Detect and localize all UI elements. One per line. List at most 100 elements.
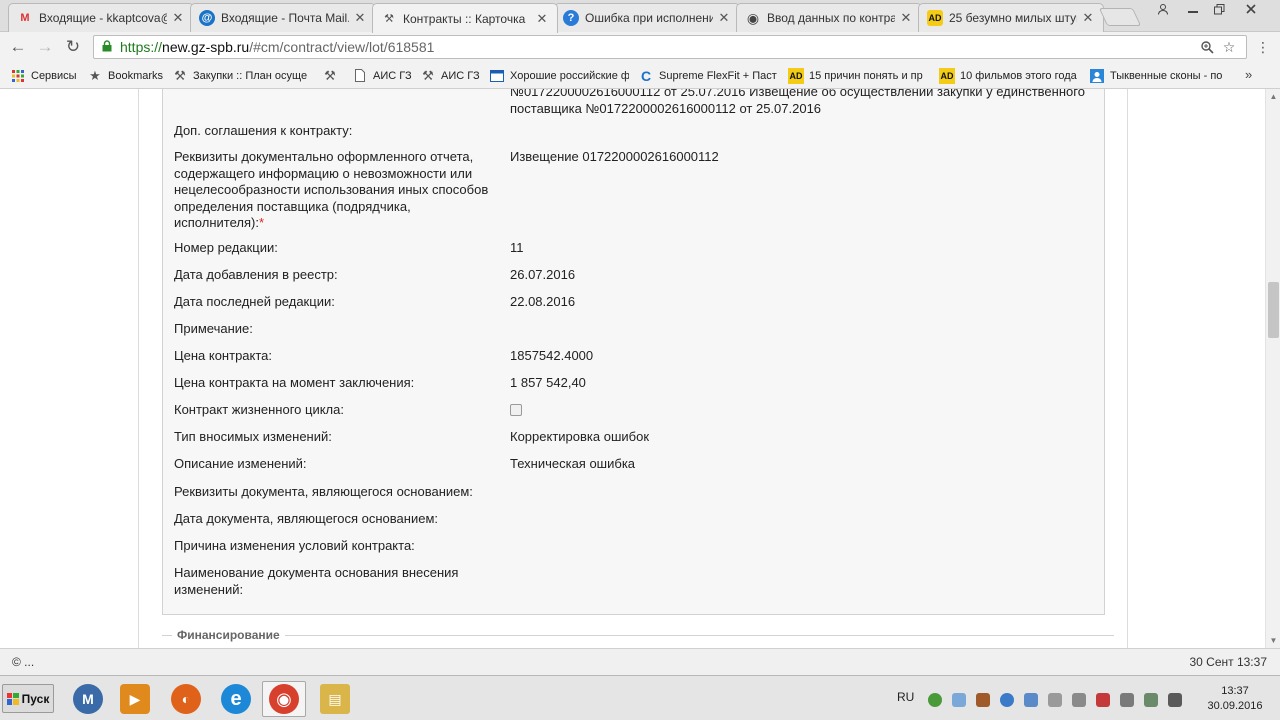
taskbar-chrome[interactable]: ◉ — [262, 681, 306, 717]
start-button[interactable]: Пуск — [2, 684, 54, 713]
bookmark-15-reasons[interactable]: AD 15 причин понять и пр — [788, 67, 928, 84]
taskbar-manager-app[interactable]: M — [66, 681, 110, 717]
value-date-added: 26.07.2016 — [510, 267, 576, 282]
tray-network-icon[interactable] — [952, 693, 966, 707]
bookmark-label: Хорошие российские ф — [510, 69, 629, 82]
close-window-button[interactable] — [1234, 0, 1268, 18]
tab-title: Входящие - Почта Mail. — [221, 11, 349, 25]
close-icon[interactable]: ✕ — [1081, 10, 1095, 26]
bookmark-russian-films[interactable]: Хорошие российские ф — [489, 67, 629, 84]
close-icon[interactable]: ✕ — [171, 10, 185, 26]
tab-data-entry[interactable]: ◉ Ввод данных по контра ✕ — [736, 3, 922, 32]
tab-mailru[interactable]: @ Входящие - Почта Mail. ✕ — [190, 3, 376, 32]
ie-icon: e — [221, 684, 251, 714]
label-date-added: Дата добавления в реестр: — [174, 267, 338, 282]
bookmark-ais-gz-1[interactable]: АИС ГЗ — [352, 67, 414, 84]
minimize-button[interactable] — [1180, 0, 1206, 18]
bookmark-label: 15 причин понять и пр — [809, 69, 923, 82]
tray-usb-icon[interactable] — [1048, 693, 1062, 707]
scroll-down-icon[interactable]: ▼ — [1269, 636, 1278, 645]
bookmark-procurement-plan[interactable]: ⚒ Закупки :: План осуще — [172, 67, 312, 84]
taskbar-explorer[interactable]: ▤ — [313, 681, 357, 717]
bookmark-10-films[interactable]: AD 10 фильмов этого года — [939, 67, 1079, 84]
label-price-at-conclusion: Цена контракта на момент заключения: — [174, 375, 415, 390]
hammer-icon: ⚒ — [422, 67, 434, 83]
label-basis-document-name: Наименование документа основания внесени… — [174, 565, 459, 597]
user-icon[interactable] — [1150, 0, 1176, 18]
bookmarks-bar: Сервисы ★ Bookmarks ⚒ Закупки :: План ос… — [0, 62, 1280, 89]
star-icon: ★ — [89, 67, 101, 83]
tray-monitor-icon[interactable] — [1024, 693, 1038, 707]
tab-title: Контракты :: Карточка — [403, 11, 526, 26]
tab-gmail[interactable]: M Входящие - kkaptcova@ ✕ — [8, 3, 194, 32]
tray-antivirus-icon[interactable] — [928, 693, 942, 707]
bookmarks-overflow-icon[interactable]: » — [1245, 67, 1252, 82]
tray-clock[interactable]: 13:37 30.09.2016 — [1200, 684, 1270, 714]
label-edition-number: Номер редакции: — [174, 240, 278, 255]
value-change-description: Техническая ошибка — [510, 456, 636, 471]
page-icon — [352, 68, 368, 84]
tray-sync-icon[interactable] — [1000, 693, 1014, 707]
label-report-details: Реквизиты документально оформленного отч… — [174, 149, 494, 232]
zoom-icon[interactable] — [1198, 38, 1216, 56]
tab-strip: M Входящие - kkaptcova@ ✕ @ Входящие - П… — [0, 0, 1280, 33]
close-icon[interactable]: ✕ — [717, 10, 731, 26]
value-contract-price: 1857542.4000 — [510, 348, 594, 363]
bookmark-label: АИС ГЗ — [441, 69, 480, 82]
forward-arrow-icon[interactable]: → — [34, 36, 56, 58]
bookmark-pumpkin-scones[interactable]: Тыквенные сконы - по — [1089, 67, 1229, 84]
avatar-icon — [1089, 68, 1105, 84]
tab-contracts[interactable]: ⚒ Контракты :: Карточка ✕ — [372, 3, 558, 33]
reload-icon[interactable]: ↻ — [62, 36, 84, 58]
page-scrollbar[interactable]: ▲ ▼ — [1265, 89, 1280, 648]
close-icon[interactable]: ✕ — [535, 11, 549, 27]
scroll-thumb[interactable] — [1268, 282, 1279, 338]
manager-app-icon: M — [73, 684, 103, 714]
help-icon: ? — [563, 10, 579, 26]
label-note: Примечание: — [174, 321, 253, 336]
tab-error[interactable]: ? Ошибка при исполнени ✕ — [554, 3, 740, 32]
chrome-icon: ◉ — [269, 684, 299, 714]
bookmark-hammer[interactable]: ⚒ — [322, 67, 342, 84]
close-icon[interactable]: ✕ — [899, 10, 913, 26]
tray-volume-icon[interactable] — [1120, 693, 1134, 707]
tray-power-icon[interactable] — [1144, 693, 1158, 707]
bookmark-star-icon[interactable]: ☆ — [1220, 38, 1238, 56]
label-change-description: Описание изменений: — [174, 456, 307, 471]
page-viewport: №0172200002616000112 от 25.07.2016 Извещ… — [0, 89, 1265, 648]
hammer-icon: ⚒ — [384, 13, 394, 25]
value-notice-overflow: №0172200002616000112 от 25.07.2016 Извещ… — [510, 89, 1085, 116]
new-tab-button[interactable] — [1098, 8, 1142, 26]
language-indicator[interactable]: RU — [897, 690, 914, 704]
required-mark: * — [258, 215, 265, 230]
value-report-details: Извещение 0172200002616000112 — [510, 149, 719, 164]
lock-icon — [102, 39, 120, 55]
tray-keyboard-icon[interactable] — [1168, 693, 1182, 707]
bookmark-label: Тыквенные сконы - по — [1110, 69, 1223, 82]
tray-device-icon[interactable] — [1072, 693, 1086, 707]
scroll-up-icon[interactable]: ▲ — [1269, 92, 1278, 101]
taskbar-firefox[interactable]: ◐ — [164, 681, 208, 717]
bookmark-bookmarks[interactable]: ★ Bookmarks — [87, 67, 167, 84]
ad-icon: AD — [939, 67, 955, 84]
address-bar[interactable]: https://new.gz-spb.ru/#cm/contract/view/… — [93, 35, 1247, 59]
bookmark-ais-gz-2[interactable]: ⚒ АИС ГЗ — [420, 67, 482, 84]
label-basis-document-details: Реквизиты документа, являющегося основан… — [174, 484, 473, 499]
back-arrow-icon[interactable]: ← — [7, 36, 29, 58]
bookmark-services[interactable]: Сервисы — [10, 67, 82, 84]
film-icon — [489, 68, 505, 84]
tray-error-icon[interactable] — [1096, 693, 1110, 707]
url-path: /#cm/contract/view/lot/618581 — [249, 39, 435, 55]
taskbar-ie[interactable]: e — [214, 681, 258, 717]
bookmark-label: Сервисы — [31, 69, 77, 82]
bookmark-supreme[interactable]: C Supreme FlexFit + Паст — [638, 67, 778, 84]
tab-ad[interactable]: AD 25 безумно милых штук ✕ — [918, 3, 1104, 32]
section-financing-title[interactable]: Финансирование — [172, 628, 285, 642]
close-icon[interactable]: ✕ — [353, 10, 367, 26]
lifecycle-contract-checkbox[interactable] — [510, 404, 522, 416]
taskbar-media-player[interactable]: ▶ — [113, 681, 157, 717]
menu-icon[interactable]: ⋮ — [1256, 38, 1270, 56]
spinner-icon: C — [640, 67, 652, 84]
tray-speaker-icon[interactable] — [976, 693, 990, 707]
restore-button[interactable] — [1206, 0, 1232, 18]
